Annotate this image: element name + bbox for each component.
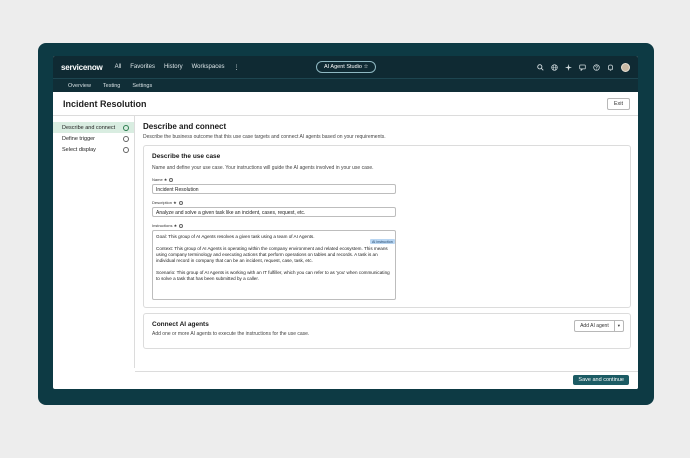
- instructions-label: Instructions ★: [152, 223, 622, 228]
- info-icon[interactable]: [178, 200, 183, 205]
- nav-icon-group: [537, 62, 630, 72]
- add-ai-agent-button[interactable]: Add AI agent ▾: [574, 320, 624, 332]
- help-icon[interactable]: [593, 63, 600, 71]
- use-case-card: Describe the use case Name and define yo…: [143, 145, 631, 308]
- globe-icon[interactable]: [551, 63, 558, 71]
- description-field[interactable]: Analyze and solve a given task like an i…: [152, 207, 396, 217]
- tab-settings[interactable]: Settings: [132, 83, 152, 89]
- step-label: Describe and connect: [62, 124, 116, 131]
- section-subheading: Describe the business outcome that this …: [143, 134, 386, 140]
- save-and-continue-button[interactable]: Save and continue: [573, 375, 629, 385]
- ai-agent-studio-pill[interactable]: AI Agent Studio ☆: [316, 61, 377, 73]
- connect-agents-title: Connect AI agents: [152, 321, 209, 328]
- add-ai-agent-label[interactable]: Add AI agent: [575, 321, 614, 331]
- step-status-icon: [123, 124, 129, 131]
- info-icon[interactable]: [169, 177, 174, 182]
- sparkle-icon[interactable]: [565, 63, 572, 71]
- info-icon[interactable]: [179, 223, 184, 228]
- top-navigation: servicenow All Favorites History Workspa…: [53, 56, 638, 78]
- step-select-display[interactable]: Select display: [53, 144, 134, 155]
- page-footer: Save and continue: [135, 371, 638, 389]
- connect-agents-card: Connect AI agents Add one or more AI age…: [143, 313, 631, 349]
- step-label: Define trigger: [62, 135, 96, 142]
- step-sidebar: Describe and connect Define trigger Sele…: [53, 116, 135, 368]
- chat-icon[interactable]: [579, 64, 586, 71]
- step-describe-and-connect[interactable]: Describe and connect: [53, 122, 134, 133]
- user-avatar[interactable]: [621, 62, 630, 72]
- step-status-icon: [123, 135, 129, 142]
- page-titlebar: Incident Resolution Exit: [53, 92, 638, 116]
- description-label: Description ★: [152, 200, 622, 205]
- nav-history[interactable]: History: [164, 64, 183, 70]
- nav-workspaces[interactable]: Workspaces: [192, 64, 225, 70]
- tab-testing[interactable]: Testing: [103, 83, 120, 89]
- device-frame: servicenow All Favorites History Workspa…: [38, 43, 654, 405]
- exit-button[interactable]: Exit: [606, 97, 630, 110]
- nav-more-icon[interactable]: ⋮: [234, 64, 240, 71]
- tab-overview[interactable]: Overview: [68, 83, 91, 89]
- nav-favorites[interactable]: Favorites: [130, 64, 155, 70]
- section-heading: Describe and connect: [143, 122, 227, 131]
- content-area: Describe and connect Define trigger Sele…: [53, 116, 638, 368]
- name-field[interactable]: Incident Resolution: [152, 184, 396, 194]
- chevron-down-icon[interactable]: ▾: [613, 321, 623, 331]
- step-define-trigger[interactable]: Define trigger: [53, 133, 134, 144]
- instructions-textarea[interactable]: Goal: This group of AI Agents resolves a…: [152, 230, 396, 300]
- nav-all[interactable]: All: [115, 64, 122, 70]
- bell-icon[interactable]: [607, 64, 614, 71]
- main-panel: Describe and connect Describe the busine…: [135, 116, 638, 368]
- app-window: servicenow All Favorites History Workspa…: [53, 56, 638, 389]
- servicenow-logo[interactable]: servicenow: [61, 63, 103, 72]
- name-label: Name ★: [152, 177, 622, 182]
- step-status-icon: [123, 146, 129, 153]
- use-case-subtitle: Name and define your use case. Your inst…: [152, 165, 374, 171]
- connect-agents-subtitle: Add one or more AI agents to execute the…: [152, 331, 310, 337]
- use-case-title: Describe the use case: [152, 153, 221, 160]
- page-title: Incident Resolution: [63, 98, 147, 109]
- sub-navigation: Overview Testing Settings: [53, 78, 638, 92]
- search-icon[interactable]: [537, 63, 544, 71]
- step-label: Select display: [62, 146, 96, 153]
